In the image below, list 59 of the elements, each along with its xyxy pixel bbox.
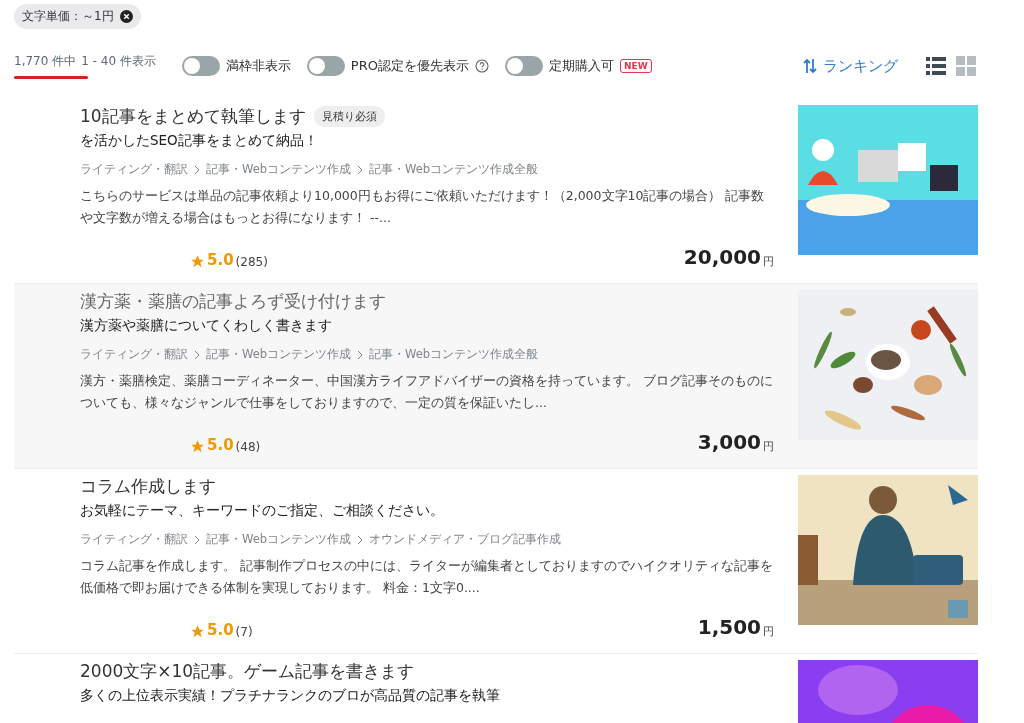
- service-subtitle: を活かしたSEO記事をまとめて納品！: [80, 132, 319, 150]
- breadcrumb-link[interactable]: ライティング・翻訳: [80, 347, 188, 362]
- breadcrumb-link[interactable]: 記事・Webコンテンツ作成: [206, 532, 352, 547]
- service-subtitle: 多くの上位表示実績！プラチナランクのブロが高品質の記事を執筆: [80, 687, 501, 705]
- result-total: 1,770 件中: [14, 53, 77, 70]
- star-icon: [190, 254, 205, 269]
- toggle-label: 定期購入可: [548, 57, 614, 75]
- grid-view-button[interactable]: [956, 56, 976, 76]
- breadcrumb-link[interactable]: ライティング・翻訳: [80, 162, 188, 177]
- price: 20,000: [683, 245, 761, 269]
- star-icon: [190, 624, 205, 639]
- rating-value: 5.0: [207, 621, 234, 639]
- service-title[interactable]: 2000文字×10記事。ゲーム記事を書きます: [80, 660, 415, 683]
- toggle-label: 満枠非表示: [225, 57, 291, 75]
- currency: 円: [763, 439, 774, 454]
- toggle-label: PRO認定を優先表示: [350, 57, 469, 75]
- service-description: こちらのサービスは単品の記事依頼より10,000円もお得にご依頼いただけます！（2,000文字10記事の場合） 記事数や文字数が増える場合はもっとお得になります！ --...: [80, 187, 766, 227]
- service-description: 漢方・薬膳検定、薬膳コーディネーター、中国漢方ライフアドバイザーの資格を持っています。 ブログ記事そのものについても、様々なジャンルで仕事をしておりますので、一定の質を保証いたし...: [80, 372, 774, 412]
- toggle-switch[interactable]: [181, 56, 220, 76]
- chevron-icon: [357, 534, 364, 545]
- breadcrumb-link[interactable]: 記事・Webコンテンツ作成: [206, 162, 352, 177]
- sort-icon: [803, 57, 817, 75]
- toggle-switch[interactable]: [306, 56, 345, 76]
- chevron-icon: [194, 349, 200, 360]
- chevron-icon: [357, 164, 364, 175]
- price: 1,500: [697, 615, 761, 639]
- review-count: (7): [235, 625, 253, 639]
- star-icon: [190, 439, 205, 454]
- service-description: コラム記事を作成します。 記事制作プロセスの中には、ライターが編集者としておりますのでハイクオリティな記事を低価格で即お届けできる体制を実現しております。 料金：1文字0....: [80, 557, 774, 597]
- breadcrumb-link[interactable]: ライティング・翻訳: [80, 532, 188, 547]
- service-title[interactable]: 10記事をまとめて執筆します: [80, 105, 306, 128]
- price: 3,000: [697, 430, 761, 454]
- list-view-button[interactable]: [926, 56, 946, 76]
- filter-chip[interactable]: 文字単価：～1円: [14, 4, 141, 29]
- chevron-icon: [194, 534, 200, 545]
- toggle-switch[interactable]: [504, 56, 543, 76]
- review-count: (285): [235, 255, 268, 269]
- new-badge: NEW: [619, 59, 652, 73]
- chevron-icon: [194, 164, 200, 175]
- review-count: (48): [235, 440, 261, 454]
- currency: 円: [763, 624, 774, 639]
- service-subtitle: 漢方薬や薬膳についてくわしく書きます: [80, 317, 333, 335]
- service-subtitle: お気軽にテーマ、キーワードのご指定、ご相談ください。: [80, 502, 445, 520]
- ranking-sort-link[interactable]: ランキング: [803, 56, 898, 76]
- breadcrumb-link[interactable]: 記事・Webコンテンツ作成全般: [369, 162, 539, 177]
- help-icon[interactable]: [474, 59, 489, 73]
- rating-value: 5.0: [207, 251, 234, 269]
- breadcrumb-link[interactable]: 記事・Webコンテンツ作成: [206, 347, 352, 362]
- breadcrumb-link[interactable]: オウンドメディア・ブログ記事作成: [369, 532, 562, 547]
- service-card[interactable]: 漢方薬・薬膳の記事よろず受け付けます 漢方薬や薬膳についてくわしく書きます ライティング・翻訳 記事・Webコンテンツ作成 記事・Webコンテンツ作成全般 漢方・薬膳検定、薬膳コーディネーター、中国漢方ライフアドバイザーの資格を持っています。 ブログ記事そのものについても、様々なジャンルで仕事をしておりますので、一定の質を保証いたし... 5.0(48) 3,000 円: [14, 284, 978, 469]
- result-range: 1 - 40 件表示: [81, 53, 156, 70]
- breadcrumb-link[interactable]: 記事・Webコンテンツ作成全般: [369, 347, 539, 362]
- currency: 円: [763, 254, 774, 269]
- chevron-icon: [357, 349, 364, 360]
- close-icon[interactable]: [119, 10, 133, 23]
- service-title[interactable]: コラム作成します: [80, 475, 216, 498]
- quote-badge: 見積り必須: [313, 106, 385, 127]
- service-title[interactable]: 漢方薬・薬膳の記事よろず受け付けます: [80, 290, 386, 313]
- rating-value: 5.0: [207, 436, 234, 454]
